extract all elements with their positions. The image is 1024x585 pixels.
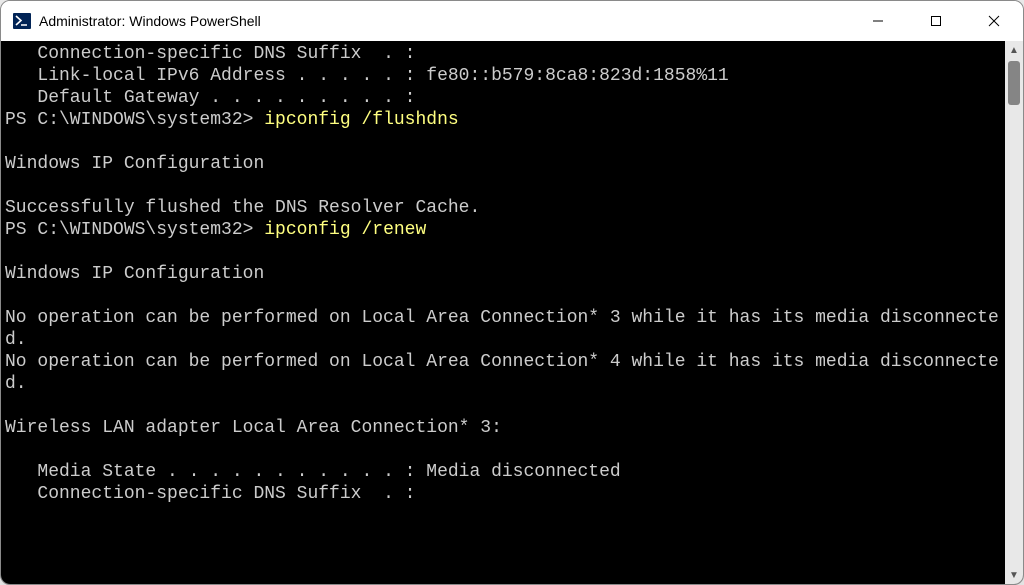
- window-title: Administrator: Windows PowerShell: [39, 13, 261, 29]
- output-line: Successfully flushed the DNS Resolver Ca…: [5, 198, 480, 218]
- prompt: PS C:\WINDOWS\system32>: [5, 110, 264, 130]
- command-text: ipconfig /renew: [264, 220, 426, 240]
- output-line: No operation can be performed on Local A…: [5, 352, 999, 394]
- output-line: Default Gateway . . . . . . . . . :: [5, 88, 415, 108]
- minimize-button[interactable]: [849, 1, 907, 41]
- vertical-scrollbar[interactable]: ▲ ▼: [1005, 41, 1023, 584]
- scroll-track[interactable]: [1005, 59, 1023, 566]
- output-line: Connection-specific DNS Suffix . :: [5, 44, 415, 64]
- powershell-icon: [13, 12, 31, 30]
- scroll-up-arrow-icon[interactable]: ▲: [1005, 41, 1023, 59]
- output-line: No operation can be performed on Local A…: [5, 308, 999, 350]
- maximize-button[interactable]: [907, 1, 965, 41]
- command-text: ipconfig /flushdns: [264, 110, 458, 130]
- output-line: Link-local IPv6 Address . . . . . : fe80…: [5, 66, 729, 86]
- titlebar[interactable]: Administrator: Windows PowerShell: [1, 1, 1023, 41]
- powershell-window: Administrator: Windows PowerShell Connec…: [0, 0, 1024, 585]
- window-controls: [849, 1, 1023, 41]
- output-line: Connection-specific DNS Suffix . :: [5, 484, 415, 504]
- terminal-output[interactable]: Connection-specific DNS Suffix . : Link-…: [1, 41, 1005, 584]
- prompt: PS C:\WINDOWS\system32>: [5, 220, 264, 240]
- output-line: Wireless LAN adapter Local Area Connecti…: [5, 418, 502, 438]
- scroll-thumb[interactable]: [1008, 61, 1020, 105]
- close-button[interactable]: [965, 1, 1023, 41]
- scroll-down-arrow-icon[interactable]: ▼: [1005, 566, 1023, 584]
- output-line: Windows IP Configuration: [5, 264, 264, 284]
- output-line: Windows IP Configuration: [5, 154, 264, 174]
- terminal-area: Connection-specific DNS Suffix . : Link-…: [1, 41, 1023, 584]
- output-line: Media State . . . . . . . . . . . : Medi…: [5, 462, 621, 482]
